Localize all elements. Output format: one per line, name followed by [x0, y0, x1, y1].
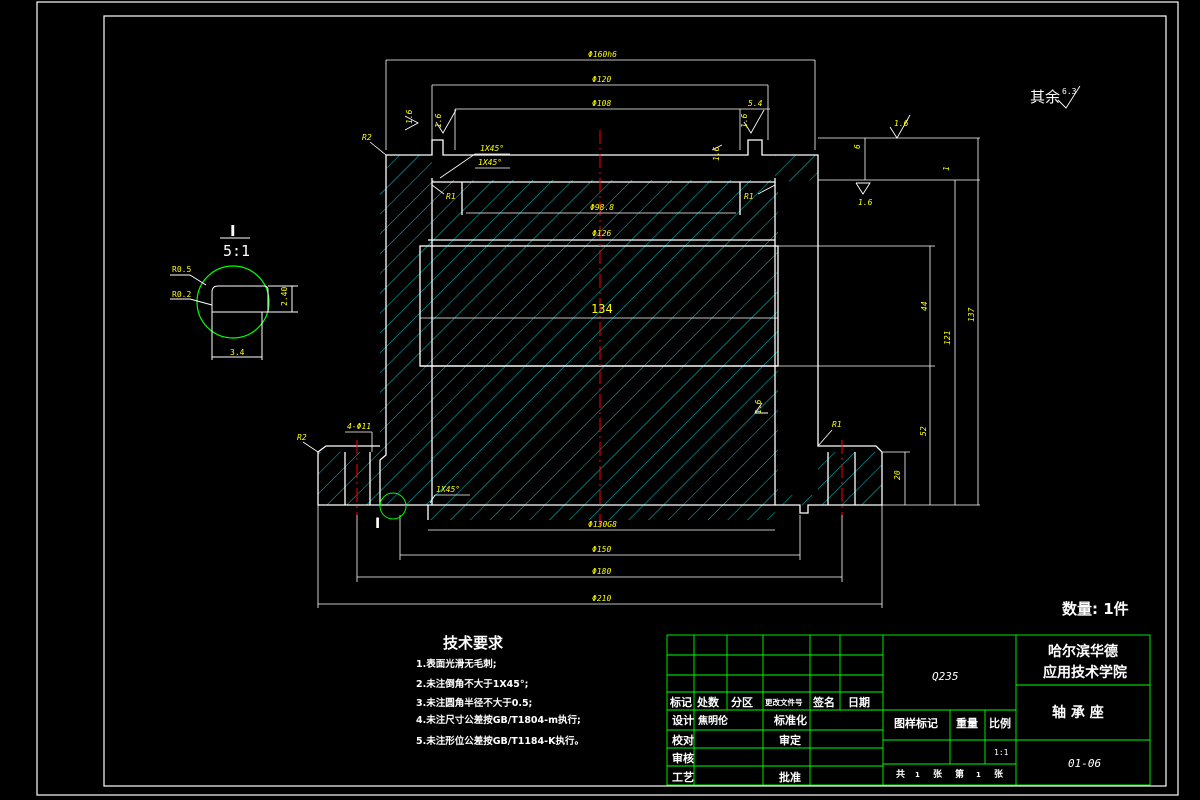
- dim-holes: 4-Φ11: [347, 422, 371, 431]
- detail-height: 2.40: [280, 287, 289, 306]
- tb-header-mark: 标记: [669, 695, 692, 709]
- detail-width: 3.4: [230, 348, 245, 357]
- dim-top-120: Φ120: [592, 75, 611, 84]
- tb-material: Q235: [932, 670, 959, 683]
- tb-part-name: 轴 承 座: [1052, 704, 1104, 721]
- rough-groove-r2: 1.6: [712, 146, 721, 161]
- tb-designer-name: 焦明伦: [697, 714, 729, 727]
- tb-drawing-no: 01-06: [1068, 757, 1101, 770]
- dim-top-108: Φ108: [592, 99, 611, 108]
- tech-item-3: 3.未注圆角半径不大于0.5;: [416, 697, 532, 709]
- tb-ratio-label: 比例: [989, 716, 1011, 730]
- tech-title: 技术要求: [443, 634, 504, 652]
- dim-h-1: 1: [942, 166, 951, 171]
- rough-mid: 1.6: [858, 198, 873, 207]
- detail-r1: R0.5: [172, 265, 191, 274]
- tb-ratify-label: 批准: [779, 770, 801, 784]
- dim-h-121: 121: [943, 331, 952, 345]
- dim-r-base-left: R2: [297, 433, 307, 442]
- tb-standardize-label: 标准化: [773, 713, 807, 727]
- roughness-note: 其余: [1030, 88, 1060, 106]
- dim-base-150: Φ150: [592, 545, 611, 554]
- rough-groove-r1: 1.6: [740, 113, 749, 128]
- dim-chamfer-top1: 1X45°: [480, 144, 504, 153]
- dim-r-top-left: R2: [362, 133, 372, 142]
- dim-base-180: Φ180: [592, 567, 611, 576]
- tb-sheets-total-label: 共: [896, 768, 905, 780]
- tb-weight-label: 重量: [956, 716, 978, 730]
- tb-school-line1: 哈尔滨华德: [1048, 643, 1118, 660]
- dim-h-20: 20: [893, 470, 902, 480]
- tech-item-5: 5.未注形位公差按GB/T1184-K执行。: [416, 735, 584, 747]
- tb-sheet-no: 1: [976, 771, 981, 779]
- tb-review-label: 审核: [672, 751, 694, 765]
- rough-top: 1.6: [894, 119, 909, 128]
- detail-view-circle: [196, 265, 270, 339]
- roughness-note-value: 6.3: [1062, 87, 1077, 96]
- dim-chamfer-bottom: 1X45°: [436, 485, 460, 494]
- dim-chamfer-top2: 1X45°: [478, 158, 502, 167]
- tech-item-4: 4.未注尺寸公差按GB/T1804-m执行;: [416, 714, 581, 726]
- dim-h-137: 137: [967, 307, 976, 322]
- detail-r2: R0.2: [172, 290, 191, 299]
- dim-r-inner-right: R1: [744, 192, 754, 201]
- tb-header-sign: 签名: [812, 695, 835, 709]
- tb-sheets-total: 1: [915, 771, 920, 779]
- dim-bore-126: Φ126: [592, 229, 611, 238]
- tech-item-1: 1.表面光滑无毛刺;: [416, 658, 497, 670]
- tb-sheet-label2: 张: [994, 768, 1004, 780]
- dim-h-52: 52: [919, 426, 928, 436]
- dim-outer-top: Φ160h6: [588, 50, 617, 59]
- quantity-label: 数量: 1件: [1062, 600, 1129, 618]
- dim-bore-134: 134: [591, 302, 613, 316]
- detail-marker: I: [375, 516, 380, 532]
- tb-sheet-label: 张: [933, 768, 943, 780]
- tb-school-line2: 应用技术学院: [1043, 664, 1127, 681]
- dim-h-6: 6: [853, 144, 862, 149]
- tb-check-label: 校对: [672, 733, 694, 747]
- dim-base-130: Φ130G8: [588, 520, 617, 529]
- engineering-drawing: Φ160h6 Φ120 Φ108 5.4 Φ98.8 Φ126 Φ130G8 Φ…: [36, 1, 1179, 796]
- rough-groove-l1: 1.6: [405, 109, 414, 124]
- dim-h-44: 44: [920, 301, 929, 311]
- tb-header-change-doc: 更改文件号: [765, 697, 803, 707]
- detail-label: I: [230, 222, 236, 240]
- tb-approve-label: 审定: [779, 733, 801, 747]
- rough-side: 1.6: [754, 399, 763, 414]
- tb-scale-value: 1:1: [994, 748, 1009, 757]
- tb-header-count: 处数: [696, 695, 720, 709]
- dim-base-210: Φ210: [592, 594, 611, 603]
- tb-designer-label: 设计: [672, 713, 694, 727]
- tech-item-2: 2.未注倒角不大于1X45°;: [416, 678, 528, 690]
- tb-process-label: 工艺: [672, 770, 694, 784]
- detail-scale: 5:1: [223, 242, 250, 260]
- tb-header-date: 日期: [848, 695, 870, 709]
- dim-r-inner-left: R1: [446, 192, 456, 201]
- dim-r-base-right: R1: [832, 420, 842, 429]
- tb-header-zone: 分区: [731, 695, 753, 709]
- rough-groove-l2: 1.6: [434, 113, 443, 128]
- dim-groove-width: 5.4: [748, 99, 763, 108]
- dim-bore-98: Φ98.8: [590, 203, 614, 212]
- tb-stage-label: 图样标记: [894, 716, 938, 730]
- tb-sheet-no-label: 第: [955, 768, 964, 780]
